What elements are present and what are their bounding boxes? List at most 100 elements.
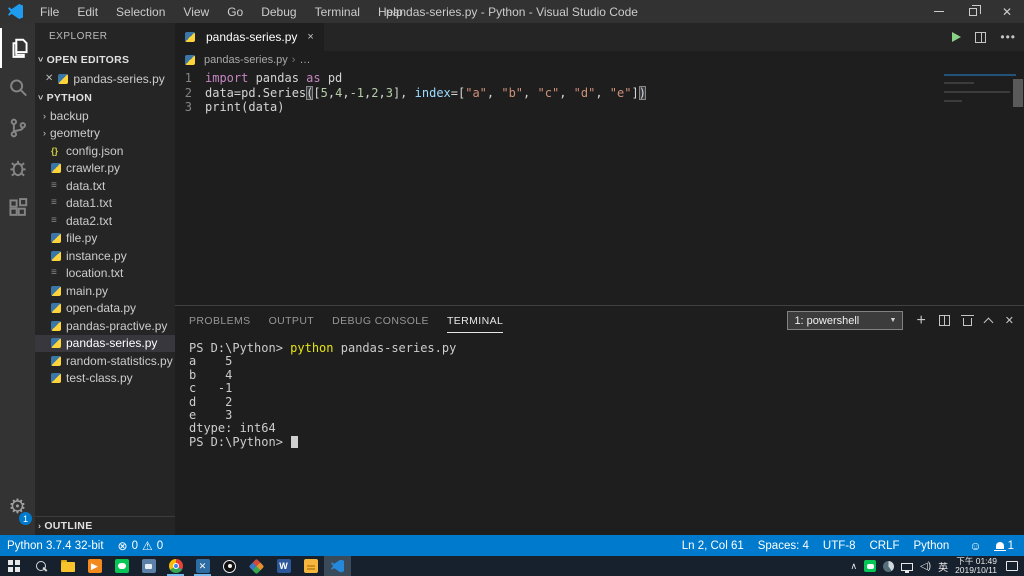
extensions-icon[interactable] bbox=[0, 188, 35, 228]
sidebar-file-item[interactable]: ≡ data.txt bbox=[35, 177, 175, 195]
sidebar-file-item[interactable]: › backup bbox=[35, 107, 175, 125]
line-number[interactable]: 3 bbox=[175, 100, 205, 115]
panel-tab-output[interactable]: OUTPUT bbox=[269, 309, 315, 333]
x-app-icon[interactable]: ✕ bbox=[189, 556, 216, 576]
network-icon[interactable] bbox=[901, 562, 914, 573]
minimap[interactable] bbox=[944, 69, 1016, 149]
chrome-icon[interactable] bbox=[162, 556, 189, 576]
sidebar-file-item[interactable]: pandas-series.py bbox=[35, 334, 175, 352]
status-ln[interactable]: Ln 2, Col 61 bbox=[675, 535, 751, 556]
restore-button[interactable] bbox=[956, 0, 990, 23]
media-player-icon[interactable]: ▶ bbox=[81, 556, 108, 576]
scrollbar-thumb[interactable] bbox=[1013, 79, 1023, 107]
file-label: data2.txt bbox=[66, 213, 113, 228]
line-tray-icon[interactable] bbox=[864, 560, 877, 572]
python-interpreter-status[interactable]: Python 3.7.4 32-bit bbox=[0, 535, 111, 556]
ime-language-indicator[interactable]: 英 bbox=[938, 559, 948, 574]
minimize-button[interactable] bbox=[922, 0, 956, 23]
status-python[interactable]: Python bbox=[907, 535, 957, 556]
line-messenger-icon[interactable] bbox=[108, 556, 135, 576]
sidebar-file-item[interactable]: random-statistics.py bbox=[35, 352, 175, 370]
new-terminal-icon[interactable]: + bbox=[916, 312, 925, 329]
folder-section-header[interactable]: ˅ PYTHON bbox=[35, 88, 175, 107]
split-editor-icon[interactable] bbox=[975, 31, 987, 43]
breadcrumb[interactable]: pandas-series.py › … bbox=[175, 51, 1024, 69]
close-panel-icon[interactable]: ✕ bbox=[1005, 314, 1014, 327]
notifications-bell[interactable]: 1 bbox=[989, 535, 1024, 556]
debug-icon[interactable] bbox=[0, 148, 35, 188]
status-utf-8[interactable]: UTF-8 bbox=[816, 535, 863, 556]
explorer-icon[interactable] bbox=[0, 28, 35, 68]
sidebar-file-item[interactable]: file.py bbox=[35, 230, 175, 248]
sidebar-file-item[interactable]: {} config.json bbox=[35, 142, 175, 160]
terminal-line: c -1 bbox=[189, 381, 1024, 396]
taskbar-search-icon[interactable] bbox=[27, 556, 54, 576]
code-line[interactable]: 3 print(data) bbox=[175, 100, 1024, 115]
source-control-icon[interactable] bbox=[0, 108, 35, 148]
split-terminal-icon[interactable] bbox=[938, 315, 950, 326]
terminal-text: c -1 bbox=[189, 381, 233, 396]
menu-debug[interactable]: Debug bbox=[253, 3, 304, 21]
panel-tab-terminal[interactable]: TERMINAL bbox=[446, 309, 504, 333]
menu-file[interactable]: File bbox=[32, 3, 67, 21]
tab-close-icon[interactable]: × bbox=[307, 31, 313, 43]
tab-pandas-series[interactable]: pandas-series.py × bbox=[175, 23, 324, 51]
sidebar-file-item[interactable]: ≡ data2.txt bbox=[35, 212, 175, 230]
panel-tab-debug-console[interactable]: DEBUG CONSOLE bbox=[332, 309, 429, 333]
sidebar-file-item[interactable]: open-data.py bbox=[35, 300, 175, 318]
menu-selection[interactable]: Selection bbox=[108, 3, 173, 21]
terminal-selector-dropdown[interactable]: 1: powershell ▼ bbox=[787, 311, 904, 330]
word-icon[interactable]: W bbox=[270, 556, 297, 576]
more-actions-icon[interactable]: ••• bbox=[1000, 30, 1016, 44]
sidebar-file-item[interactable]: crawler.py bbox=[35, 160, 175, 178]
sidebar-file-item[interactable]: test-class.py bbox=[35, 370, 175, 388]
terminal-output[interactable]: PS D:\Python> python pandas-series.py a 5… bbox=[175, 335, 1024, 535]
panel-tab-problems[interactable]: PROBLEMS bbox=[189, 309, 251, 333]
close-icon[interactable]: ✕ bbox=[45, 73, 53, 84]
hidden-icons-chevron-icon[interactable]: ∧ bbox=[850, 561, 857, 572]
tray-app-icon[interactable] bbox=[883, 560, 895, 572]
action-center-icon[interactable] bbox=[1006, 561, 1018, 571]
sticky-notes-icon[interactable] bbox=[297, 556, 324, 576]
problems-status[interactable]: ⊗ 0 ⚠ 0 bbox=[111, 535, 171, 556]
sidebar-file-item[interactable]: pandas-practive.py bbox=[35, 317, 175, 335]
menu-terminal[interactable]: Terminal bbox=[307, 3, 368, 21]
file-explorer-icon[interactable] bbox=[54, 556, 81, 576]
sidebar-file-item[interactable]: › geometry bbox=[35, 125, 175, 143]
volume-icon[interactable]: ◁) bbox=[920, 561, 931, 572]
menu-view[interactable]: View bbox=[175, 3, 217, 21]
line-number[interactable]: 1 bbox=[175, 71, 205, 86]
sidebar-file-item[interactable]: instance.py bbox=[35, 247, 175, 265]
feedback-smiley-icon[interactable]: ☺ bbox=[962, 535, 988, 556]
line-number[interactable]: 2 bbox=[175, 86, 205, 101]
menu-help[interactable]: Help bbox=[370, 3, 411, 21]
sidebar-file-item[interactable]: ≡ data1.txt bbox=[35, 195, 175, 213]
text-file-icon: ≡ bbox=[51, 197, 57, 209]
maximize-panel-icon[interactable] bbox=[983, 317, 994, 327]
start-button-icon[interactable] bbox=[0, 556, 27, 576]
drawio-icon[interactable] bbox=[243, 556, 270, 576]
outline-header[interactable]: › OUTLINE bbox=[35, 516, 175, 535]
menu-edit[interactable]: Edit bbox=[69, 3, 106, 21]
chat-app-icon[interactable] bbox=[135, 556, 162, 576]
target-app-icon[interactable] bbox=[216, 556, 243, 576]
editor-scrollbar[interactable] bbox=[1012, 69, 1024, 305]
run-python-button[interactable] bbox=[952, 32, 962, 42]
file-label: open-data.py bbox=[66, 301, 137, 316]
sidebar-file-item[interactable]: main.py bbox=[35, 282, 175, 300]
open-editors-header[interactable]: ˅ OPEN EDITORS bbox=[35, 50, 175, 69]
open-editor-item[interactable]: ✕ pandas-series.py bbox=[35, 69, 175, 88]
close-button[interactable]: ✕ bbox=[990, 0, 1024, 23]
menu-go[interactable]: Go bbox=[219, 3, 251, 21]
clock[interactable]: 下午 01:49 2019/10/11 bbox=[955, 556, 997, 576]
code-line[interactable]: 1 import pandas as pd bbox=[175, 71, 1024, 86]
code-editor[interactable]: 1 import pandas as pd 2 data=pd.Series([5,4… bbox=[175, 69, 1024, 305]
manage-gear-icon[interactable]: ⚙ 1 bbox=[0, 487, 35, 527]
status-spaces[interactable]: Spaces: 4 bbox=[751, 535, 816, 556]
sidebar-file-item[interactable]: ≡ location.txt bbox=[35, 265, 175, 283]
status-crlf[interactable]: CRLF bbox=[862, 535, 906, 556]
kill-terminal-icon[interactable] bbox=[960, 315, 974, 326]
search-icon[interactable] bbox=[0, 68, 35, 108]
vscode-icon[interactable] bbox=[324, 556, 351, 576]
code-line[interactable]: 2 data=pd.Series([5,4,-1,2,3], index=["a"… bbox=[175, 85, 1024, 101]
